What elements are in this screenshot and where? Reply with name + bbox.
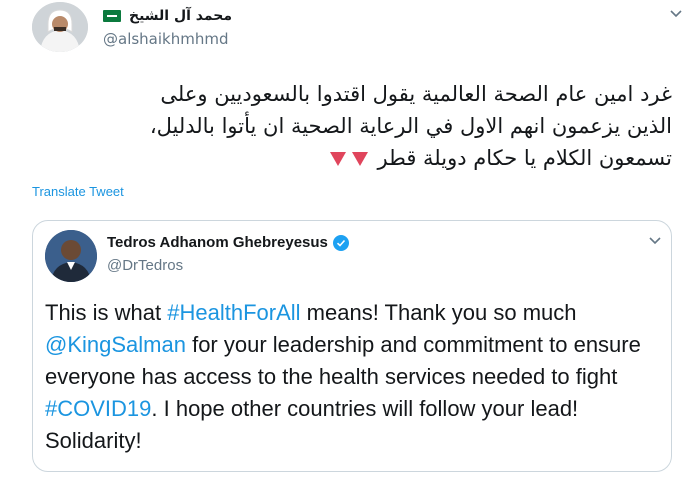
- author-avatar[interactable]: [32, 2, 88, 52]
- tweet-text: غرد امين عام الصحة العالمية يقول اقتدوا …: [28, 78, 672, 174]
- quoted-tweet-card[interactable]: Tedros Adhanom Ghebreyesus @DrTedros Thi…: [32, 220, 672, 472]
- author-handle[interactable]: @alshaikhmhmd: [103, 30, 229, 48]
- quoted-author-name-row[interactable]: Tedros Adhanom Ghebreyesus: [107, 234, 349, 251]
- translate-tweet-link[interactable]: Translate Tweet: [32, 184, 124, 199]
- red-triangle-down-icon: [351, 152, 368, 166]
- author-name-row[interactable]: محمد آل الشيخ: [103, 8, 232, 24]
- red-triangle-down-icon: [329, 152, 346, 166]
- quoted-author-handle[interactable]: @DrTedros: [107, 257, 183, 274]
- saudi-flag-icon: [103, 10, 121, 22]
- quoted-author-avatar[interactable]: [45, 230, 97, 282]
- author-name[interactable]: محمد آل الشيخ: [129, 8, 232, 24]
- quoted-author-name[interactable]: Tedros Adhanom Ghebreyesus: [107, 234, 328, 251]
- chevron-down-icon[interactable]: [649, 237, 661, 245]
- chevron-down-icon[interactable]: [670, 10, 682, 18]
- quoted-tweet-text: This is what #HealthForAll means! Thank …: [45, 297, 657, 457]
- hashtag-link[interactable]: #COVID19: [45, 396, 151, 421]
- tweet-line: الذين يزعمون انهم الاول في الرعاية الصحي…: [149, 114, 672, 138]
- verified-badge-icon: [332, 234, 349, 251]
- quoted-text-part: means! Thank you so much: [300, 300, 577, 325]
- tweet-line-last: تسمعون الكلام يا حكام دويلة قطر: [28, 142, 672, 174]
- tweet-line: غرد امين عام الصحة العالمية يقول اقتدوا …: [160, 82, 672, 106]
- tweet-line: تسمعون الكلام يا حكام دويلة قطر: [377, 146, 672, 170]
- hashtag-link[interactable]: #HealthForAll: [167, 300, 300, 325]
- quoted-text-part: This is what: [45, 300, 168, 325]
- mention-link[interactable]: @KingSalman: [45, 332, 186, 357]
